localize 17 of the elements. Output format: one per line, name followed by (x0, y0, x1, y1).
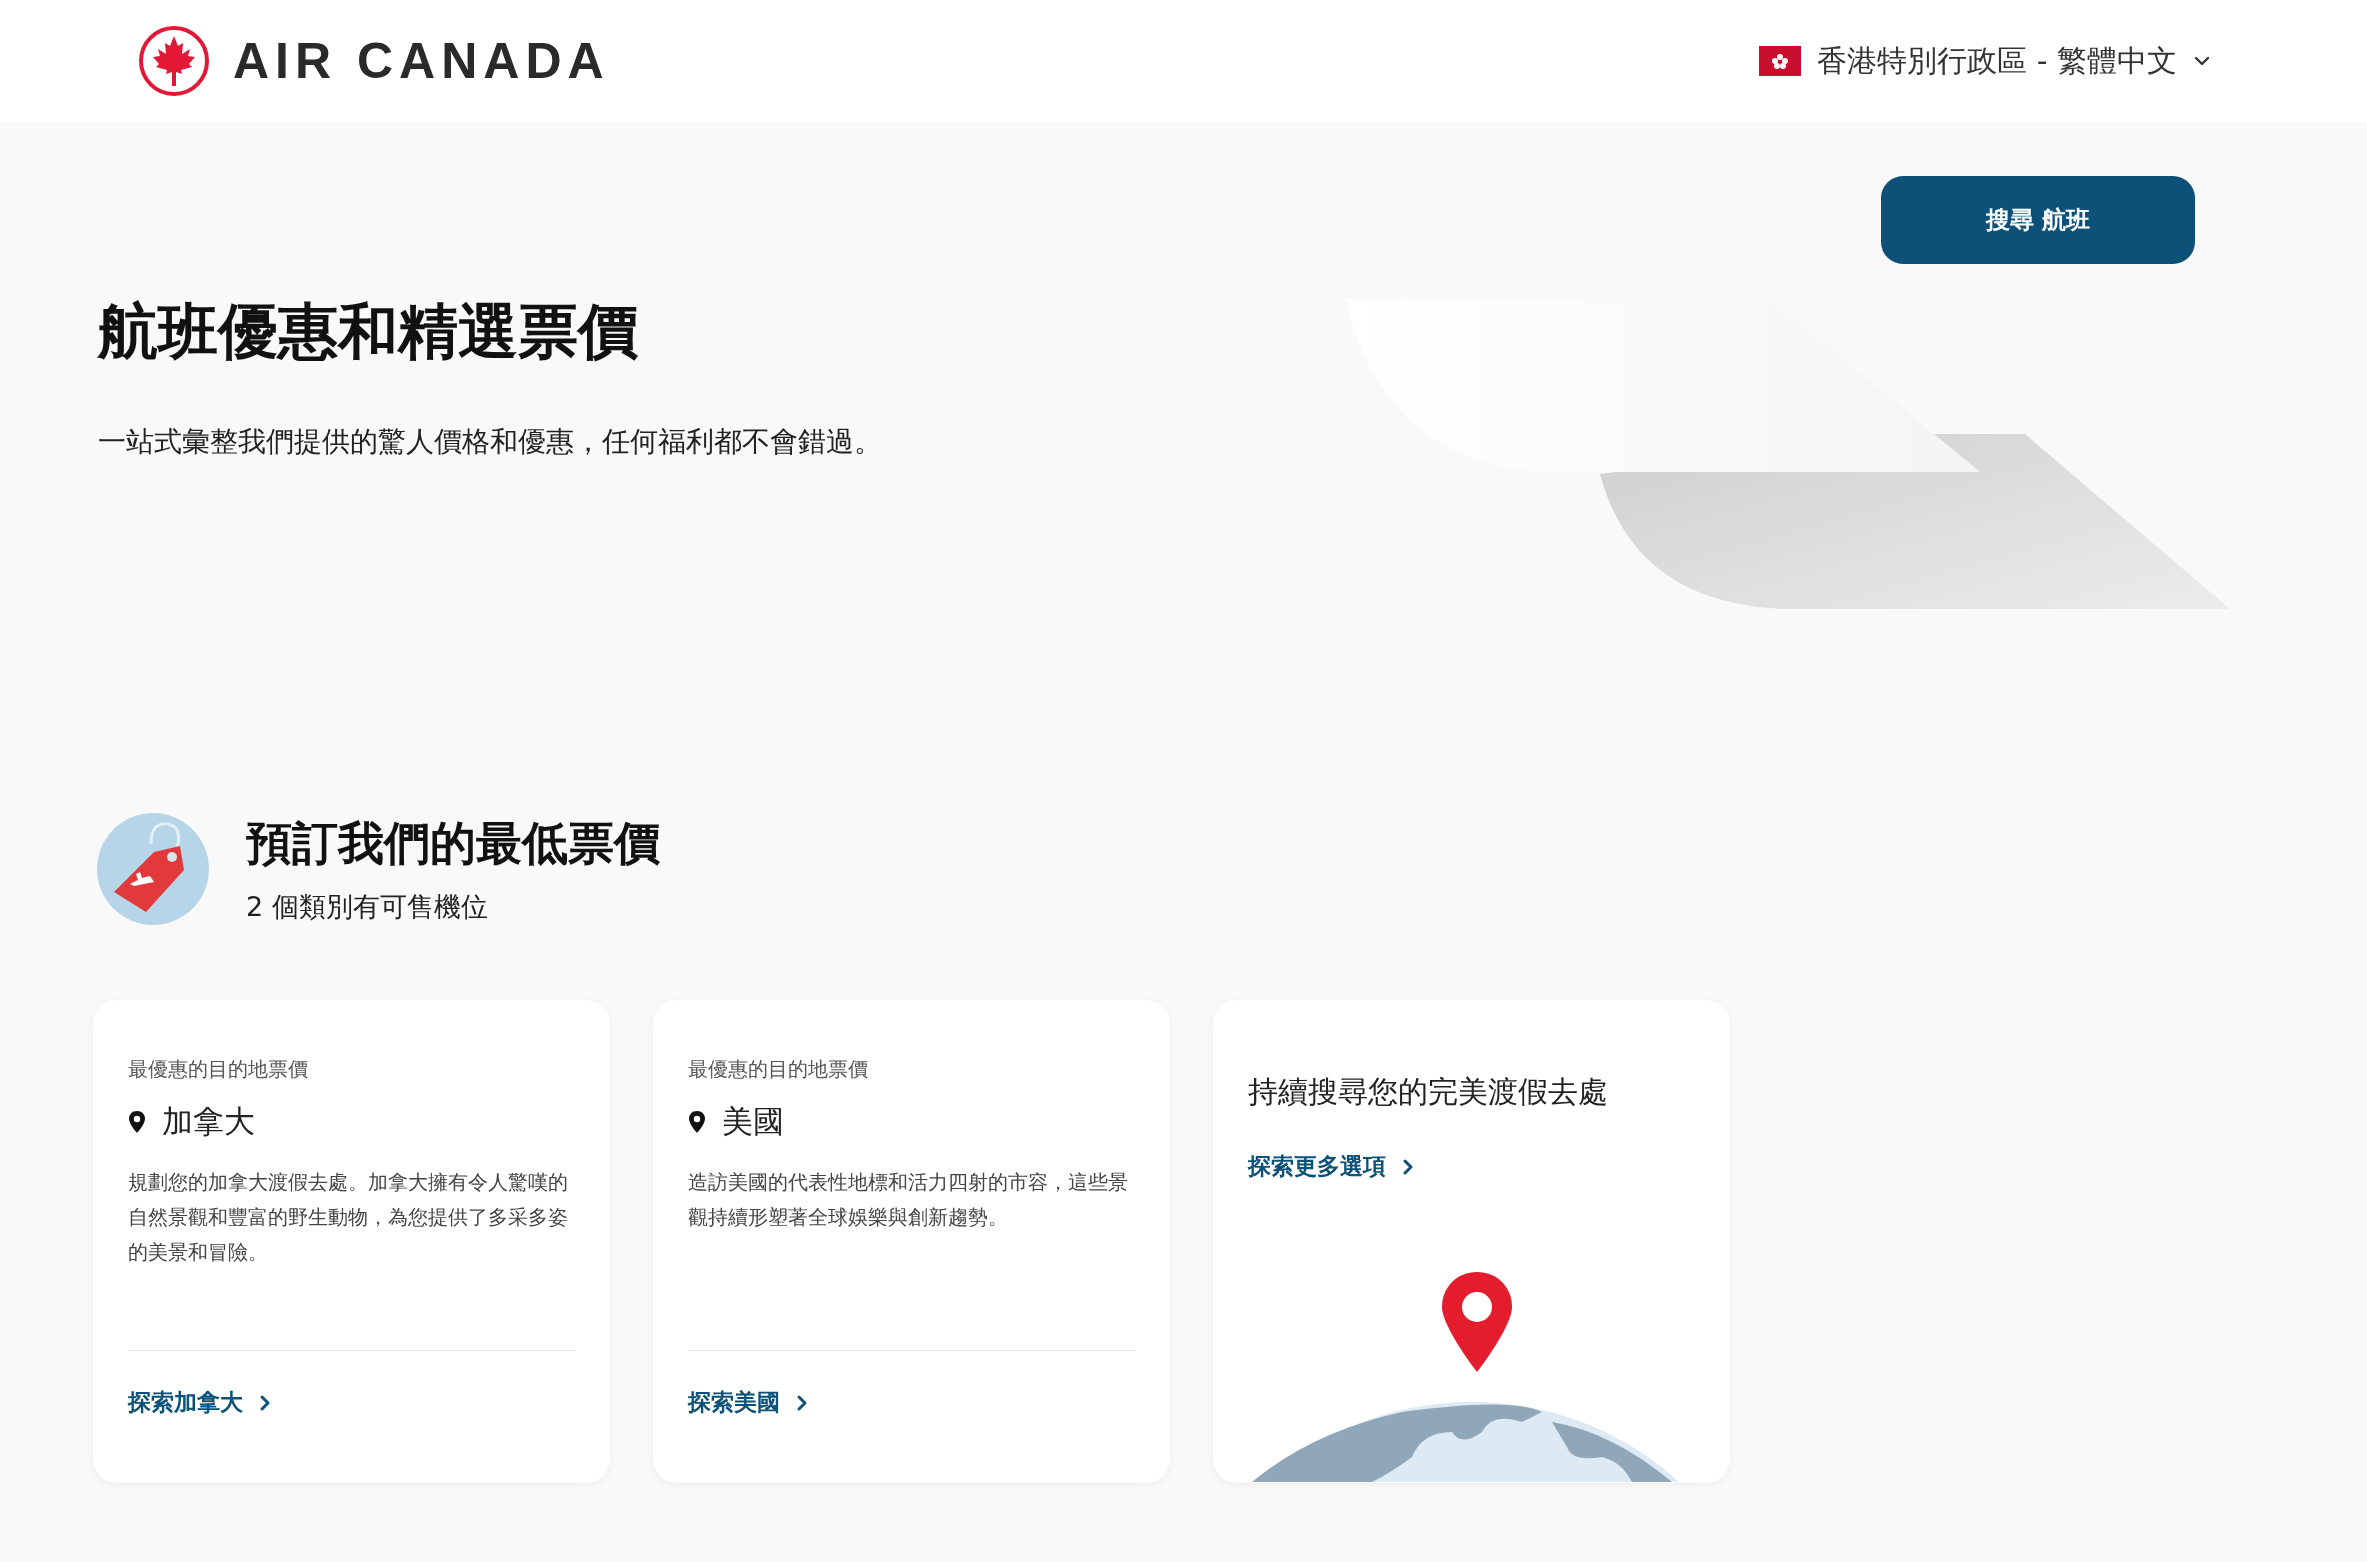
page-heading: 航班優惠和精選票價 (98, 295, 639, 368)
destination-name: 美國 (722, 1102, 784, 1141)
explore-link[interactable]: 探索美國 (688, 1387, 810, 1418)
destination-name: 加拿大 (162, 1102, 255, 1141)
explore-link[interactable]: 探索加拿大 (128, 1387, 273, 1418)
destination-description: 造訪美國的代表性地標和活力四射的市容，這些景觀持續形塑著全球娛樂與創新趨勢。 (688, 1169, 1129, 1231)
card-label: 最優惠的目的地票價 (688, 1056, 869, 1083)
airline-wordmark: AIR CANADA (233, 32, 610, 90)
page-description: 一站式彙整我們提供的驚人價格和優惠，任何福利都不會錯過。 (98, 424, 882, 460)
language-selector[interactable]: 香港特別行政區 - 繁體中文 (1753, 34, 2217, 88)
section-subtitle: 2 個類別有可售機位 (246, 890, 489, 924)
card-heading: 持續搜尋您的完美渡假去處 (1248, 1073, 1609, 1111)
destination-description: 規劃您的加拿大渡假去處。加拿大擁有令人驚嘆的自然景觀和豐富的野生動物，為您提供了多采多姿的美景和冒險。 (128, 1169, 569, 1266)
section-heading: 預訂我們的最低票價 (246, 815, 660, 872)
search-flights-button[interactable]: 搜尋 航班 (1881, 176, 2195, 264)
explore-link[interactable]: 探索更多選項 (1248, 1151, 1416, 1182)
card-label: 最優惠的目的地票價 (128, 1056, 309, 1083)
